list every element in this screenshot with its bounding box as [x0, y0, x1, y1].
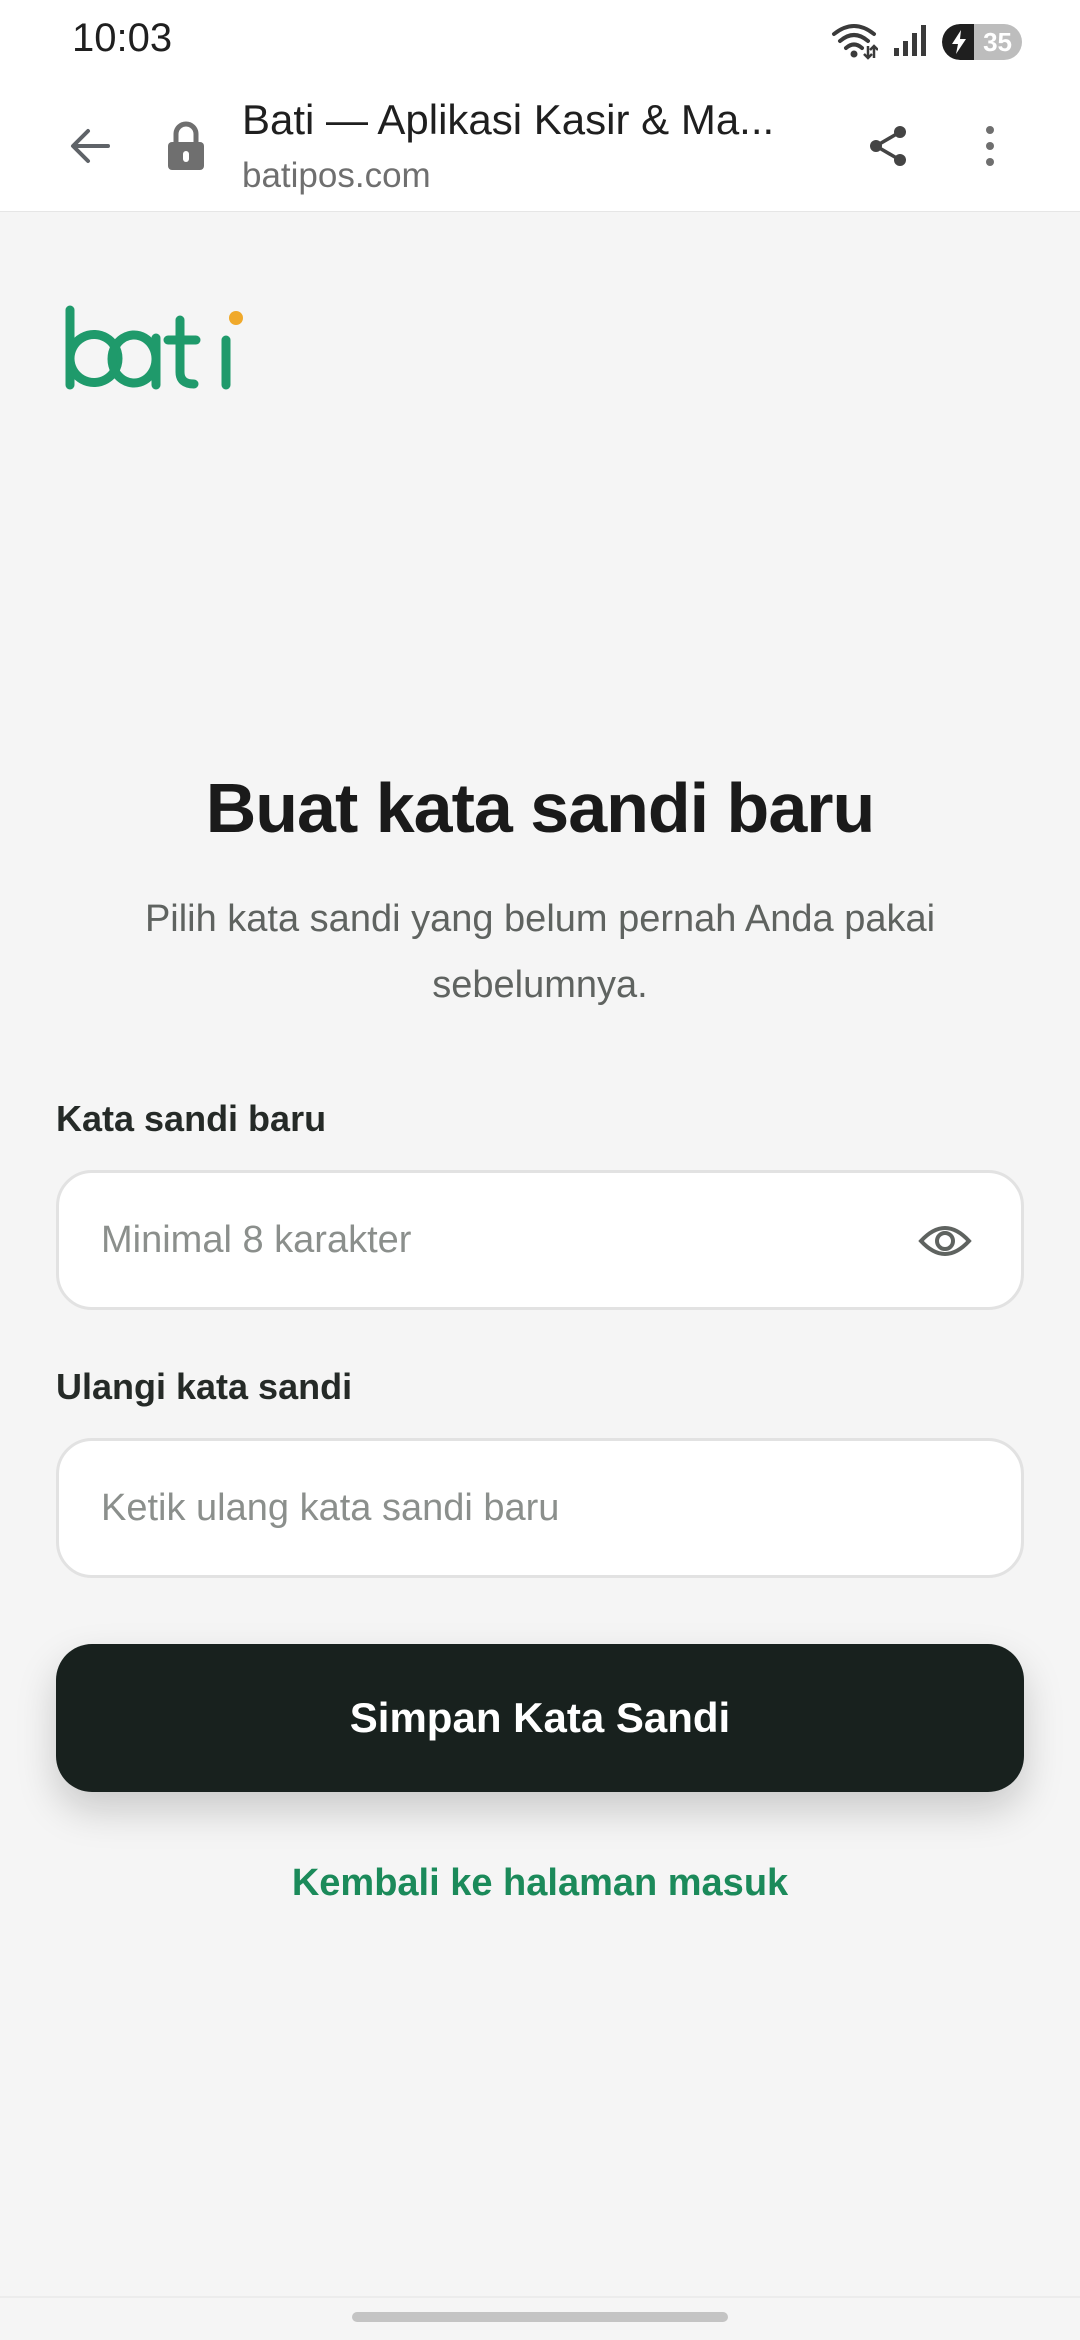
page-heading: Buat kata sandi baru [205, 769, 876, 847]
back-arrow-icon[interactable] [60, 116, 120, 176]
page-title-bar[interactable]: Bati — Aplikasi Kasir & Ma... [242, 96, 822, 144]
show-password-eye-icon[interactable] [917, 1213, 973, 1269]
status-time: 10:03 [72, 16, 173, 60]
lock-icon[interactable] [156, 116, 216, 176]
page-subtext: Pilih kata sandi yang belum pernah Anda … [144, 898, 936, 1006]
signal-icon [892, 22, 928, 63]
gesture-nav-handle[interactable] [352, 2312, 728, 2322]
bolt-icon [952, 30, 966, 54]
back-to-login-link[interactable]: Kembali ke halaman masuk [0, 1862, 1080, 1905]
new-password-field[interactable] [56, 1170, 1024, 1310]
bati-logo [60, 300, 260, 400]
status-bar: 10:03 35 [0, 0, 1080, 80]
save-password-button[interactable]: Simpan Kata Sandi [56, 1644, 1024, 1792]
confirm-password-input[interactable] [101, 1441, 921, 1575]
browser-toolbar: Bati — Aplikasi Kasir & Ma... batipos.co… [0, 80, 1080, 212]
new-password-input[interactable] [101, 1173, 921, 1307]
more-vert-icon[interactable] [960, 116, 1020, 176]
battery-level: 35 [983, 26, 1012, 57]
confirm-password-label: Ulangi kata sandi [56, 1366, 353, 1407]
status-icons: 35 [830, 20, 1022, 64]
confirm-password-field[interactable] [56, 1438, 1024, 1578]
url-text[interactable]: batipos.com [242, 156, 431, 196]
nav-divider [0, 2296, 1080, 2298]
wifi-icon [830, 20, 879, 65]
new-password-label: Kata sandi baru [56, 1098, 327, 1139]
battery-icon: 35 [942, 24, 1022, 60]
share-icon[interactable] [858, 116, 918, 176]
